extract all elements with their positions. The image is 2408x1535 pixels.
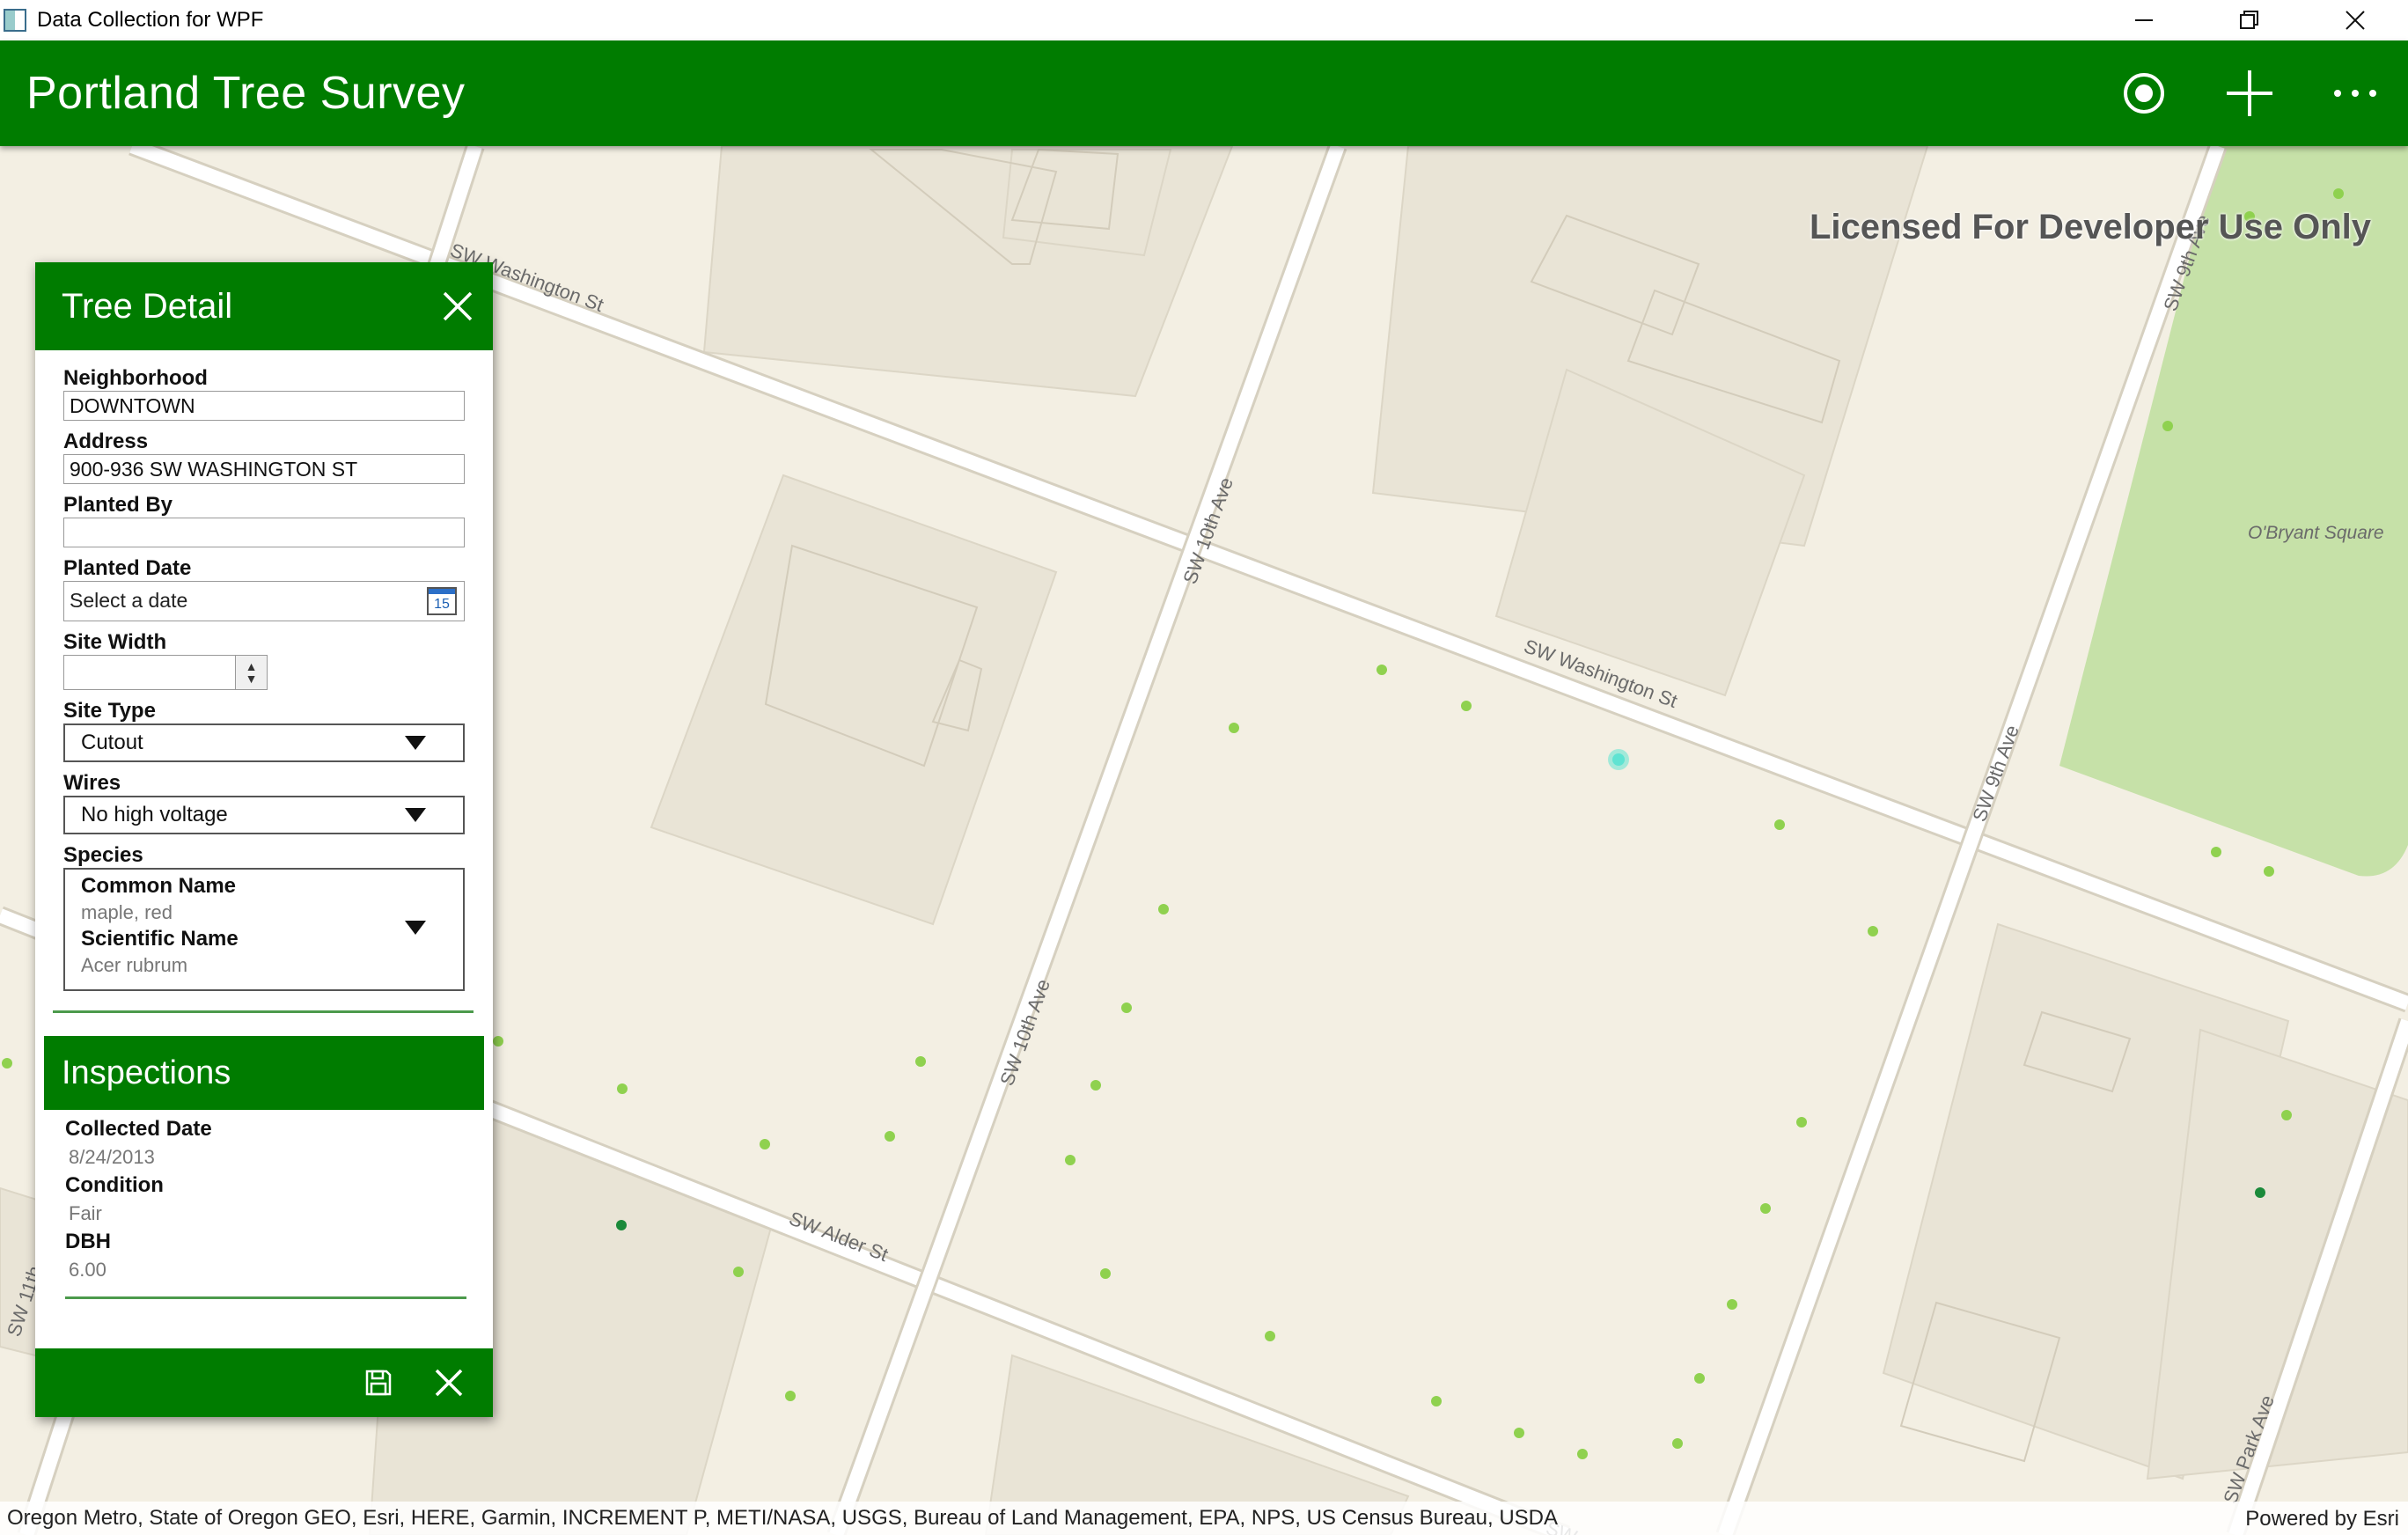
license-watermark: Licensed For Developer Use Only	[1810, 208, 2371, 246]
inspections-title: Inspections	[62, 1054, 231, 1091]
close-icon	[2346, 11, 2365, 30]
tree-detail-panel: Tree Detail Neighborhood DOWNTOWN Addres…	[35, 262, 493, 1417]
save-button[interactable]	[352, 1356, 405, 1409]
planted-date-label: Planted Date	[63, 556, 192, 580]
address-field[interactable]: 900-936 SW WASHINGTON ST	[63, 454, 465, 484]
wires-select[interactable]: No high voltage	[63, 796, 465, 834]
locate-button[interactable]	[2091, 40, 2197, 146]
site-width-field[interactable]	[63, 655, 236, 690]
wires-value: No high voltage	[81, 803, 228, 826]
planted-date-placeholder: Select a date	[70, 589, 188, 612]
app-icon	[4, 9, 26, 32]
chevron-down-icon	[405, 921, 426, 935]
planted-by-label: Planted By	[63, 493, 173, 517]
site-type-value: Cutout	[81, 731, 143, 754]
form-divider	[53, 1010, 474, 1013]
place-label-obryant-square: O'Bryant Square	[2248, 523, 2384, 543]
species-label: Species	[63, 843, 143, 867]
condition-label: Condition	[65, 1173, 164, 1197]
close-icon	[435, 1369, 463, 1397]
neighborhood-field[interactable]: DOWNTOWN	[63, 391, 465, 421]
plus-icon	[2227, 70, 2272, 116]
save-icon	[365, 1370, 392, 1396]
more-button[interactable]	[2302, 40, 2408, 146]
restore-icon	[2240, 11, 2258, 29]
collected-date-value: 8/24/2013	[69, 1146, 155, 1168]
chevron-down-icon	[405, 736, 426, 750]
window-controls	[2091, 0, 2408, 40]
close-icon	[443, 291, 473, 321]
cancel-button[interactable]	[422, 1356, 475, 1409]
window-title-bar: Data Collection for WPF	[0, 0, 2408, 40]
scientific-name-value: Acer rubrum	[81, 954, 188, 976]
inspection-item[interactable]: Collected Date 8/24/2013 Condition Fair …	[35, 1110, 493, 1299]
header-actions	[2091, 40, 2408, 146]
chevron-down-icon	[405, 808, 426, 822]
common-name-label: Common Name	[81, 874, 237, 898]
site-type-label: Site Type	[63, 699, 156, 723]
neighborhood-label: Neighborhood	[63, 366, 208, 390]
tree-detail-title: Tree Detail	[62, 286, 233, 326]
spin-down-icon[interactable]: ▼	[246, 672, 258, 685]
dbh-value: 6.00	[69, 1259, 106, 1281]
planted-date-picker[interactable]: Select a date 15	[63, 581, 465, 621]
minimize-icon	[2135, 19, 2153, 21]
target-icon	[2124, 73, 2164, 114]
app-title: Portland Tree Survey	[26, 68, 466, 119]
powered-by-esri[interactable]: Powered by Esri	[2245, 1507, 2399, 1531]
dbh-label: DBH	[65, 1230, 111, 1253]
attribution-text: Oregon Metro, State of Oregon GEO, Esri,…	[7, 1506, 1559, 1530]
window-title: Data Collection for WPF	[37, 8, 264, 32]
species-select[interactable]: Common Name maple, red Scientific Name A…	[63, 868, 465, 991]
tree-detail-header: Tree Detail	[35, 262, 493, 350]
restore-button[interactable]	[2197, 0, 2302, 40]
collected-date-label: Collected Date	[65, 1117, 212, 1141]
calendar-icon[interactable]: 15	[427, 587, 457, 615]
minimize-button[interactable]	[2091, 0, 2197, 40]
site-width-stepper: ▲ ▼	[63, 655, 468, 690]
site-width-spin-buttons[interactable]: ▲ ▼	[236, 655, 268, 690]
wires-label: Wires	[63, 771, 121, 795]
add-button[interactable]	[2197, 40, 2302, 146]
app-header: Portland Tree Survey	[0, 40, 2408, 146]
calendar-day: 15	[434, 597, 450, 612]
address-label: Address	[63, 430, 149, 453]
close-window-button[interactable]	[2302, 0, 2408, 40]
selected-tree-point[interactable]	[1612, 753, 1625, 766]
tree-detail-footer	[35, 1348, 493, 1417]
planted-by-field[interactable]	[63, 518, 465, 547]
inspections-header[interactable]: Inspections	[44, 1036, 484, 1110]
map-attribution: Oregon Metro, State of Oregon GEO, Esri,…	[0, 1502, 2408, 1535]
site-width-label: Site Width	[63, 630, 167, 654]
ellipsis-icon	[2334, 90, 2376, 97]
close-panel-button[interactable]	[431, 280, 484, 333]
spin-up-icon[interactable]: ▲	[246, 660, 258, 672]
site-type-select[interactable]: Cutout	[63, 723, 465, 762]
tree-detail-form: Neighborhood DOWNTOWN Address 900-936 SW…	[35, 350, 493, 1013]
inspection-divider	[65, 1296, 466, 1299]
condition-value: Fair	[69, 1202, 102, 1224]
